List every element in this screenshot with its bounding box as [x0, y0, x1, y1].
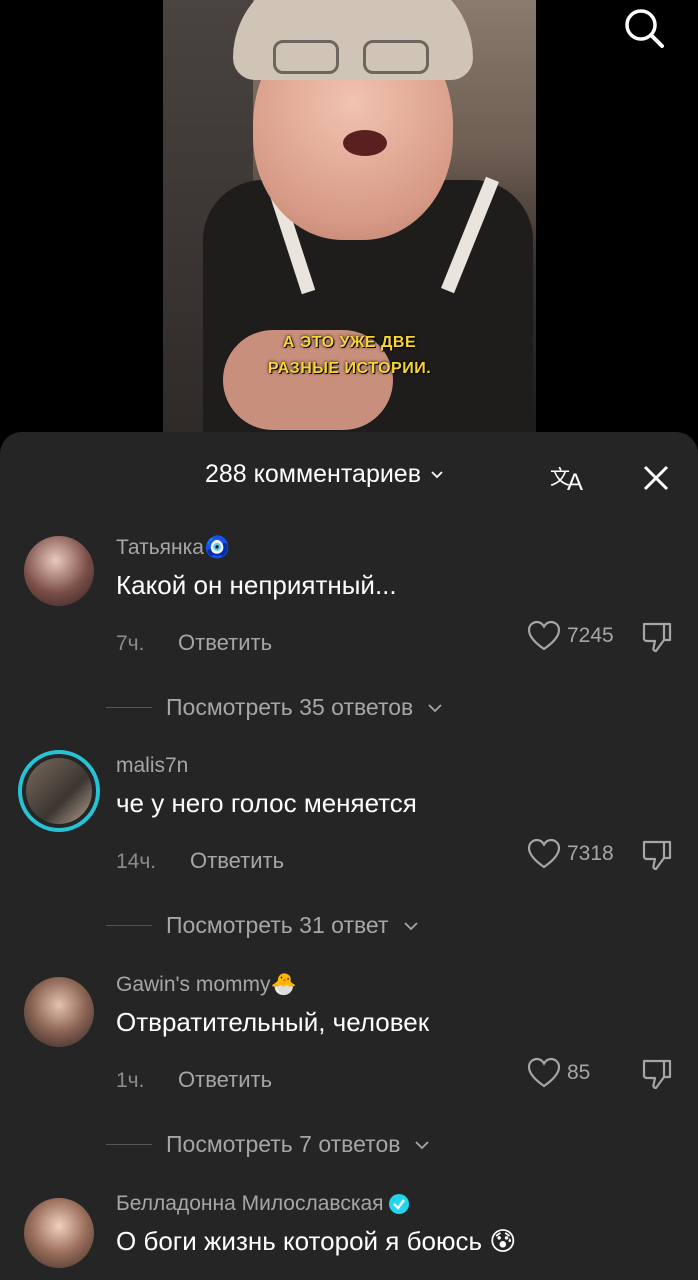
- thumbs-down-icon: [642, 1059, 672, 1090]
- view-replies-label: Посмотреть 31 ответ: [166, 912, 389, 938]
- verified-icon: [388, 1194, 409, 1214]
- dislike-button[interactable]: [640, 838, 674, 872]
- video-figure-cap: [233, 0, 473, 80]
- avatar-image: [26, 758, 92, 824]
- avatar[interactable]: [18, 750, 100, 832]
- screen: А ЭТО УЖЕ ДВЕ РАЗНЫЕ ИСТОРИИ. 288 коммен…: [0, 0, 698, 1280]
- dislike-button[interactable]: [640, 620, 674, 654]
- divider: [106, 707, 152, 708]
- reply-button[interactable]: Ответить: [190, 848, 284, 874]
- comment-time: 1ч.: [116, 1069, 145, 1092]
- chevron-down-icon: [403, 921, 418, 930]
- video-figure-glasses: [363, 40, 429, 74]
- avatar[interactable]: [24, 536, 94, 606]
- comment-username[interactable]: malis7n: [116, 754, 188, 778]
- heart-icon: [527, 1057, 561, 1088]
- like-button[interactable]: 7318: [527, 838, 614, 870]
- chevron-down-icon: [431, 470, 443, 478]
- view-replies-label: Посмотреть 35 ответов: [166, 694, 414, 720]
- divider: [106, 925, 152, 926]
- username-text: Белладонна Милославская: [116, 1192, 384, 1215]
- comments-count-label: 288 комментариев: [205, 460, 421, 488]
- comment-text: Отвратительный, человек: [116, 1007, 430, 1037]
- comment-text: Какой он неприятный...: [116, 570, 397, 600]
- video-subtitle-line-1: А ЭТО УЖЕ ДВЕ: [282, 334, 417, 351]
- view-replies-button[interactable]: Посмотреть 35 ответов: [106, 694, 443, 721]
- close-button[interactable]: [636, 458, 676, 498]
- chevron-down-icon: [415, 1140, 430, 1149]
- video-subtitle-line-2: РАЗНЫЕ ИСТОРИИ.: [267, 360, 432, 377]
- avatar[interactable]: [24, 1198, 94, 1268]
- like-count: 7318: [567, 842, 614, 865]
- translate-icon: 文 A: [550, 465, 583, 496]
- view-replies-button[interactable]: Посмотреть 7 ответов: [106, 1131, 430, 1158]
- comment-username[interactable]: Белладонна Милославская: [116, 1192, 410, 1216]
- view-replies-label: Посмотреть 7 ответов: [166, 1131, 401, 1157]
- heart-icon: [527, 620, 561, 651]
- username-text: Gawin's mommy🐣: [116, 973, 297, 996]
- close-icon: [643, 465, 669, 491]
- video-figure-glasses: [273, 40, 339, 74]
- comment-time: 14ч.: [116, 850, 157, 873]
- like-count: 7245: [567, 624, 614, 647]
- video-figure-mouth: [343, 130, 387, 156]
- comments-count-dropdown[interactable]: 288 комментариев: [205, 460, 445, 489]
- divider: [106, 1144, 152, 1145]
- avatar[interactable]: [24, 977, 94, 1047]
- video-player[interactable]: А ЭТО УЖЕ ДВЕ РАЗНЫЕ ИСТОРИИ.: [163, 0, 536, 440]
- thumbs-down-icon: [642, 622, 672, 653]
- reply-button[interactable]: Ответить: [178, 630, 272, 656]
- username-text: Татьянка🧿: [116, 536, 231, 559]
- comments-header: 288 комментариев 文 A: [0, 432, 698, 524]
- like-button[interactable]: 7245: [527, 620, 614, 652]
- username-text: malis7n: [116, 754, 189, 777]
- search-icon: [625, 9, 664, 48]
- heart-icon: [527, 838, 561, 869]
- comment-text: О боги жизнь которой я боюсь 😰: [116, 1226, 517, 1256]
- comments-sheet: 288 комментариев 文 A Татьянка🧿 Какой он …: [0, 432, 698, 1280]
- comment-username[interactable]: Татьянка🧿: [116, 536, 230, 560]
- svg-text:A: A: [567, 469, 583, 496]
- chevron-down-icon: [428, 703, 442, 712]
- thumbs-down-icon: [642, 840, 672, 871]
- comment-text: че у него голос меняется: [116, 788, 417, 818]
- view-replies-button[interactable]: Посмотреть 31 ответ: [106, 912, 419, 939]
- like-button[interactable]: 85: [527, 1057, 590, 1089]
- reply-button[interactable]: Ответить: [178, 1067, 272, 1093]
- translate-button[interactable]: 文 A: [548, 458, 590, 496]
- like-count: 85: [567, 1061, 591, 1084]
- dislike-button[interactable]: [640, 1057, 674, 1091]
- comment-time: 7ч.: [116, 632, 145, 655]
- comment-username[interactable]: Gawin's mommy🐣: [116, 973, 297, 997]
- search-button[interactable]: [620, 4, 668, 52]
